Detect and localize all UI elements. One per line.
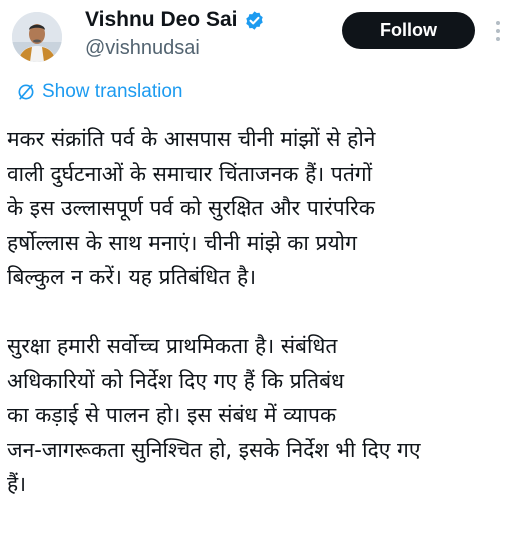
tweet-line: सुरक्षा हमारी सर्वोच्च प्राथमिकता है। सं… [7,334,338,358]
verified-badge-icon [245,10,263,30]
tweet-line: मकर संक्रांति पर्व के आसपास चीनी मांझों … [7,127,376,151]
tweet-line: अधिकारियों को निर्देश दिए गए हैं कि प्रत… [7,368,345,393]
author-name[interactable]: Vishnu Deo Sai [85,7,238,33]
translate-icon [18,84,34,100]
more-dot [496,21,500,25]
tweet-text: मकर संक्रांति पर्व के आसपास चीनी मांझों … [7,122,522,502]
author-handle[interactable]: @vishnudsai [85,36,200,60]
tweet-line: हैं। [7,472,27,496]
show-translation-link[interactable]: Show translation [16,80,182,104]
tweet-line: वाली दुर्घटनाओं के समाचार चिंताजनक हैं। … [7,161,373,186]
show-translation-label: Show translation [42,81,183,102]
profile-photo-icon [12,12,62,62]
more-options-icon[interactable] [492,20,506,42]
avatar[interactable] [12,12,62,62]
more-dot [496,29,500,33]
author-name-row: Vishnu Deo Sai [85,7,265,33]
tweet-line: जन-जागरूकता सुनिश्चित हो, इसके निर्देश भ… [7,437,421,462]
more-dot [496,37,500,41]
tweet-line: बिल्कुल न करें। यह प्रतिबंधित है। [7,265,257,289]
tweet-line: का कड़ाई से पालन हो। इस संबंध में व्यापक [7,403,337,427]
follow-button[interactable]: Follow [342,12,475,49]
tweet-line: के इस उल्लासपूर्ण पर्व को सुरक्षित और पा… [7,196,375,220]
tweet-line: हर्षोल्लास के साथ मनाएं। चीनी मांझे का प… [7,230,357,255]
